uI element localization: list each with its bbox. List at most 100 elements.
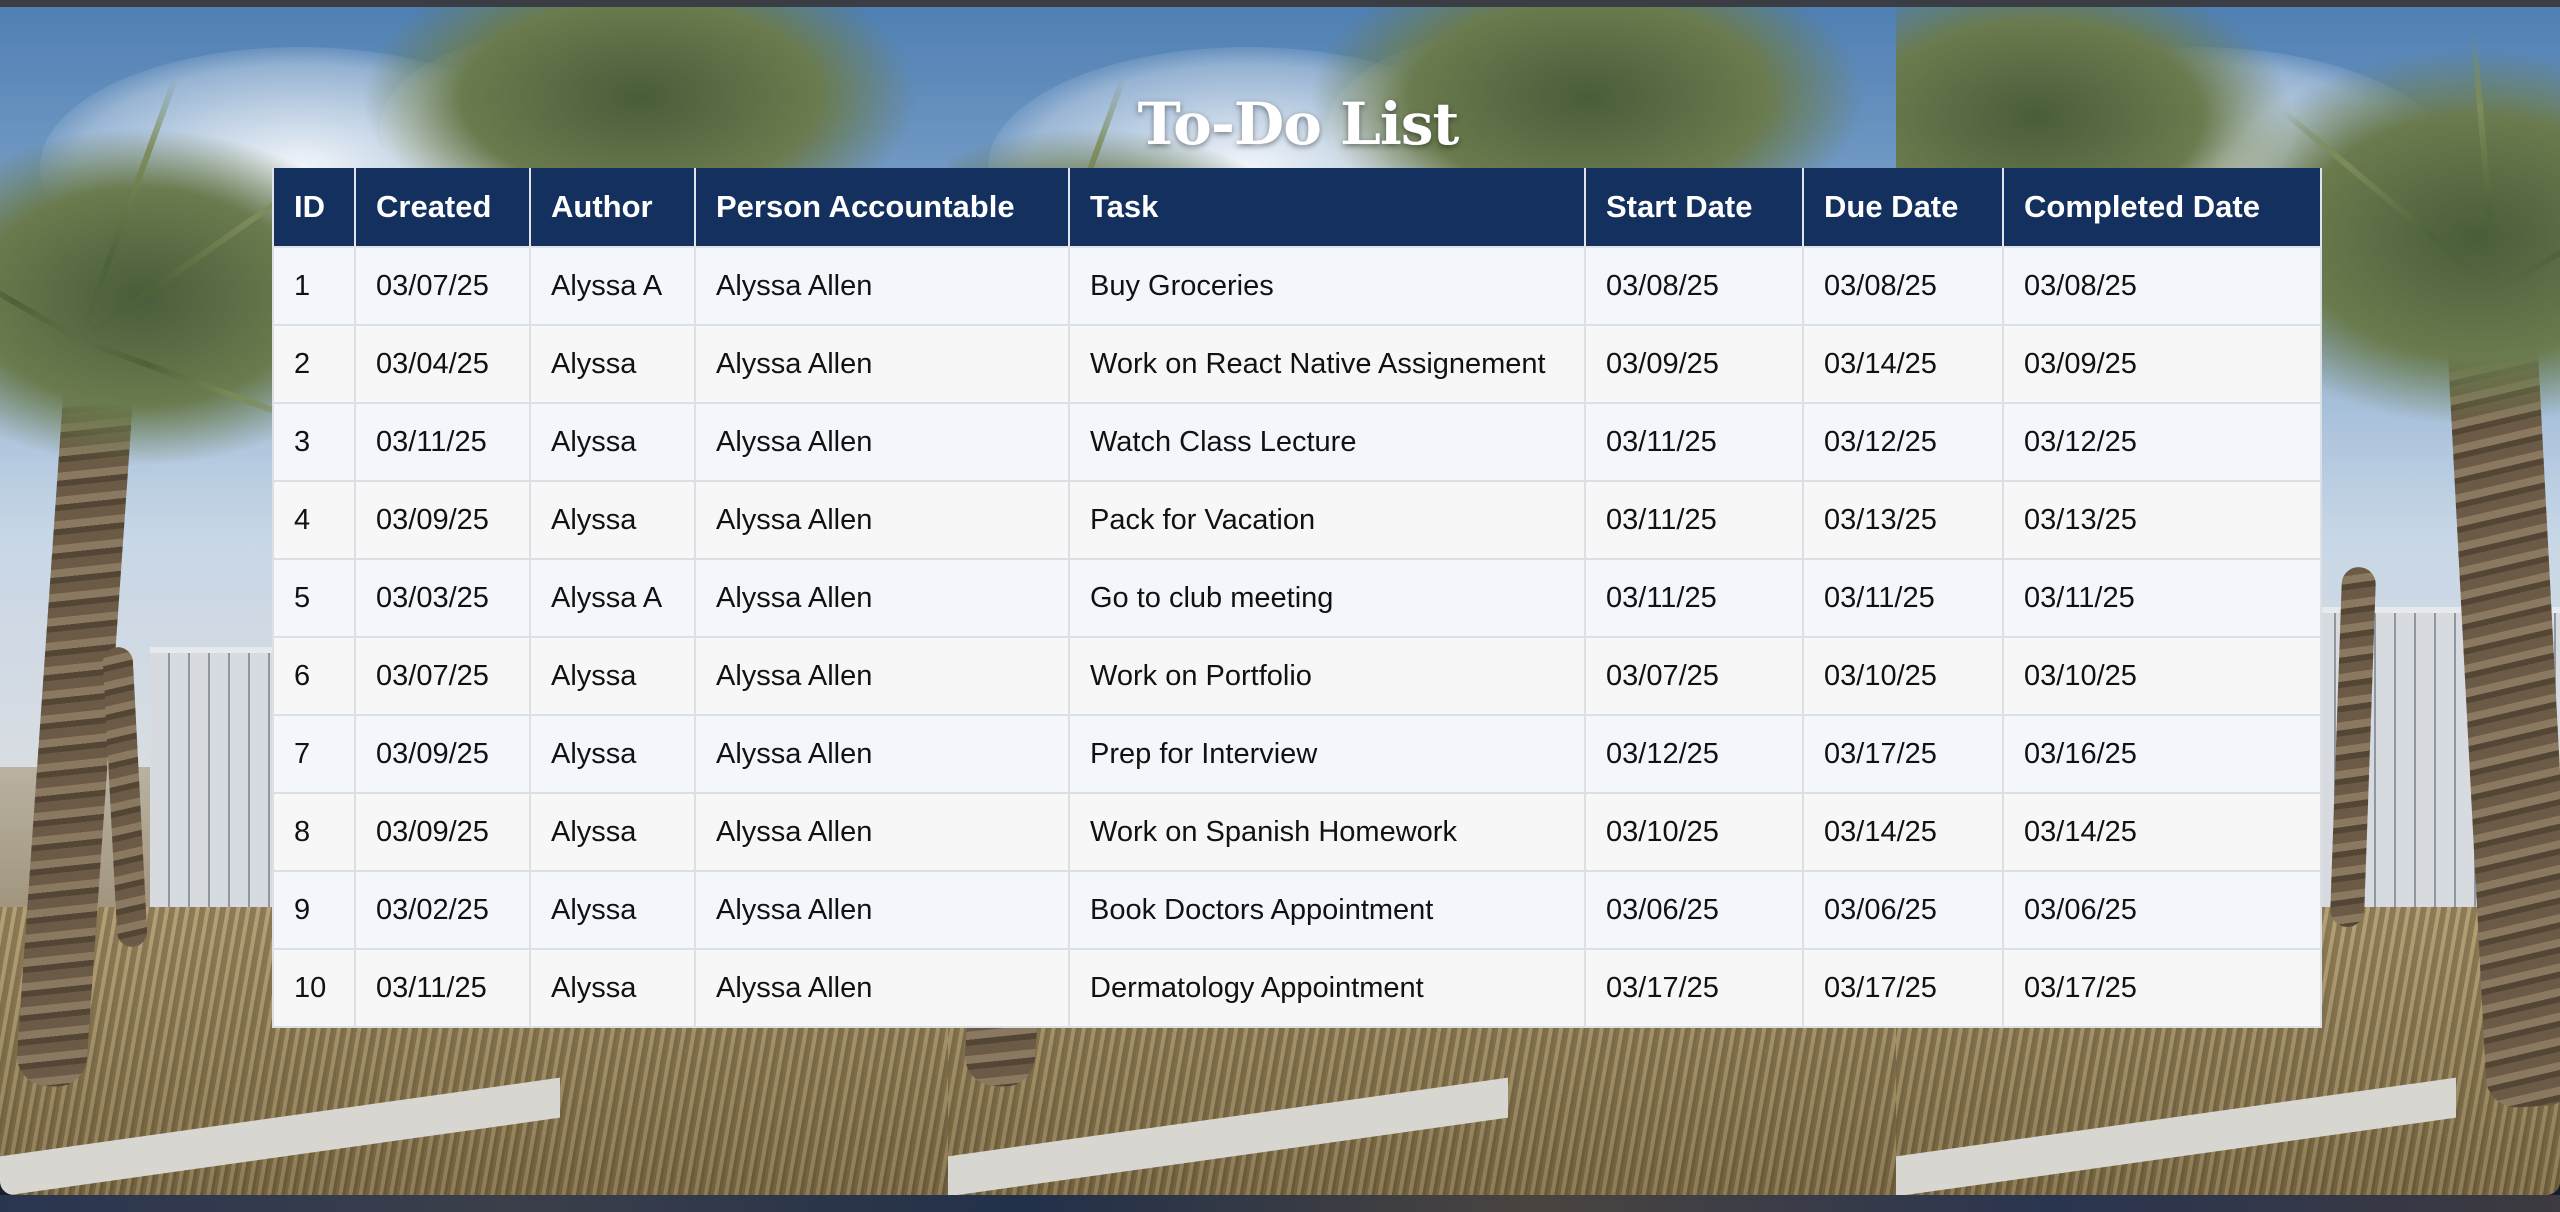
cell-author: Alyssa <box>529 636 696 716</box>
cell-start-date: 03/11/25 <box>1584 402 1804 482</box>
table-row: 3 03/11/25 Alyssa Alyssa Allen Watch Class L… <box>272 402 2322 482</box>
window-top-edge <box>0 0 2560 7</box>
cell-start-date: 03/08/25 <box>1584 246 1804 326</box>
cell-completed-date: 03/13/25 <box>2002 480 2322 560</box>
table-row: 7 03/09/25 Alyssa Alyssa Allen Prep for Inte… <box>272 714 2322 794</box>
todo-table: ID Created Author Person Accountable Task Sta… <box>272 168 2322 1028</box>
cell-task: Prep for Interview <box>1068 714 1586 794</box>
cell-person-accountable: Alyssa Allen <box>694 948 1070 1028</box>
cell-start-date: 03/11/25 <box>1584 480 1804 560</box>
cell-author: Alyssa A <box>529 246 696 326</box>
cell-due-date: 03/08/25 <box>1802 246 2004 326</box>
cell-task: Work on React Native Assignement <box>1068 324 1586 404</box>
cell-author: Alyssa <box>529 402 696 482</box>
cell-completed-date: 03/09/25 <box>2002 324 2322 404</box>
table-row: 4 03/09/25 Alyssa Alyssa Allen Pack for Vaca… <box>272 480 2322 560</box>
cell-id: 3 <box>272 402 356 482</box>
cell-created: 03/09/25 <box>354 792 531 872</box>
cell-task: Pack for Vacation <box>1068 480 1586 560</box>
column-header-author: Author <box>529 168 696 248</box>
cell-completed-date: 03/06/25 <box>2002 870 2322 950</box>
cell-id: 10 <box>272 948 356 1028</box>
cell-due-date: 03/12/25 <box>1802 402 2004 482</box>
page-title: To-Do List <box>1137 89 1460 158</box>
cell-start-date: 03/10/25 <box>1584 792 1804 872</box>
table-row: 5 03/03/25 Alyssa A Alyssa Allen Go to club … <box>272 558 2322 638</box>
cell-start-date: 03/11/25 <box>1584 558 1804 638</box>
cell-author: Alyssa <box>529 948 696 1028</box>
cell-id: 4 <box>272 480 356 560</box>
column-header-completed-date: Completed Date <box>2002 168 2322 248</box>
table-header-row: ID Created Author Person Accountable Task Sta… <box>272 168 2322 248</box>
cell-task: Work on Spanish Homework <box>1068 792 1586 872</box>
cell-person-accountable: Alyssa Allen <box>694 402 1070 482</box>
background-strip <box>0 1195 2560 1212</box>
cell-id: 6 <box>272 636 356 716</box>
cell-created: 03/09/25 <box>354 480 531 560</box>
table-row: 2 03/04/25 Alyssa Alyssa Allen Work on React… <box>272 324 2322 404</box>
cell-due-date: 03/17/25 <box>1802 948 2004 1028</box>
cell-person-accountable: Alyssa Allen <box>694 636 1070 716</box>
cell-due-date: 03/13/25 <box>1802 480 2004 560</box>
table-header: ID Created Author Person Accountable Task Sta… <box>272 168 2322 248</box>
column-header-created: Created <box>354 168 531 248</box>
cell-person-accountable: Alyssa Allen <box>694 480 1070 560</box>
cell-author: Alyssa A <box>529 558 696 638</box>
cell-person-accountable: Alyssa Allen <box>694 558 1070 638</box>
cell-author: Alyssa <box>529 324 696 404</box>
column-header-id: ID <box>272 168 356 248</box>
cell-created: 03/07/25 <box>354 636 531 716</box>
cell-author: Alyssa <box>529 480 696 560</box>
cell-author: Alyssa <box>529 870 696 950</box>
table-row: 8 03/09/25 Alyssa Alyssa Allen Work on Spani… <box>272 792 2322 872</box>
cell-person-accountable: Alyssa Allen <box>694 246 1070 326</box>
cell-task: Go to club meeting <box>1068 558 1586 638</box>
cell-start-date: 03/09/25 <box>1584 324 1804 404</box>
table-row: 10 03/11/25 Alyssa Alyssa Allen Dermatology … <box>272 948 2322 1028</box>
table-row: 1 03/07/25 Alyssa A Alyssa Allen Buy Groceri… <box>272 246 2322 326</box>
column-header-task: Task <box>1068 168 1586 248</box>
cell-id: 8 <box>272 792 356 872</box>
cell-person-accountable: Alyssa Allen <box>694 714 1070 794</box>
cell-completed-date: 03/16/25 <box>2002 714 2322 794</box>
cell-person-accountable: Alyssa Allen <box>694 870 1070 950</box>
cell-created: 03/07/25 <box>354 246 531 326</box>
column-header-person-accountable: Person Accountable <box>694 168 1070 248</box>
cell-start-date: 03/17/25 <box>1584 948 1804 1028</box>
cell-person-accountable: Alyssa Allen <box>694 792 1070 872</box>
cell-completed-date: 03/11/25 <box>2002 558 2322 638</box>
cell-completed-date: 03/10/25 <box>2002 636 2322 716</box>
cell-task: Dermatology Appointment <box>1068 948 1586 1028</box>
column-header-start-date: Start Date <box>1584 168 1804 248</box>
cell-task: Buy Groceries <box>1068 246 1586 326</box>
cell-id: 9 <box>272 870 356 950</box>
cell-completed-date: 03/08/25 <box>2002 246 2322 326</box>
cell-task: Watch Class Lecture <box>1068 402 1586 482</box>
cell-created: 03/03/25 <box>354 558 531 638</box>
cell-due-date: 03/10/25 <box>1802 636 2004 716</box>
table-body: 1 03/07/25 Alyssa A Alyssa Allen Buy Groceri… <box>272 246 2322 1028</box>
cell-due-date: 03/14/25 <box>1802 324 2004 404</box>
cell-author: Alyssa <box>529 714 696 794</box>
cell-due-date: 03/17/25 <box>1802 714 2004 794</box>
column-header-due-date: Due Date <box>1802 168 2004 248</box>
cell-created: 03/11/25 <box>354 948 531 1028</box>
cell-author: Alyssa <box>529 792 696 872</box>
cell-completed-date: 03/14/25 <box>2002 792 2322 872</box>
cell-due-date: 03/14/25 <box>1802 792 2004 872</box>
cell-task: Book Doctors Appointment <box>1068 870 1586 950</box>
cell-created: 03/02/25 <box>354 870 531 950</box>
cell-completed-date: 03/17/25 <box>2002 948 2322 1028</box>
cell-person-accountable: Alyssa Allen <box>694 324 1070 404</box>
cell-created: 03/09/25 <box>354 714 531 794</box>
cell-id: 5 <box>272 558 356 638</box>
cell-created: 03/11/25 <box>354 402 531 482</box>
page: To-Do List ID Created Author Person Account… <box>0 0 2560 1212</box>
cell-task: Work on Portfolio <box>1068 636 1586 716</box>
cell-start-date: 03/06/25 <box>1584 870 1804 950</box>
cell-id: 7 <box>272 714 356 794</box>
cell-completed-date: 03/12/25 <box>2002 402 2322 482</box>
cell-start-date: 03/12/25 <box>1584 714 1804 794</box>
cell-due-date: 03/06/25 <box>1802 870 2004 950</box>
cell-start-date: 03/07/25 <box>1584 636 1804 716</box>
